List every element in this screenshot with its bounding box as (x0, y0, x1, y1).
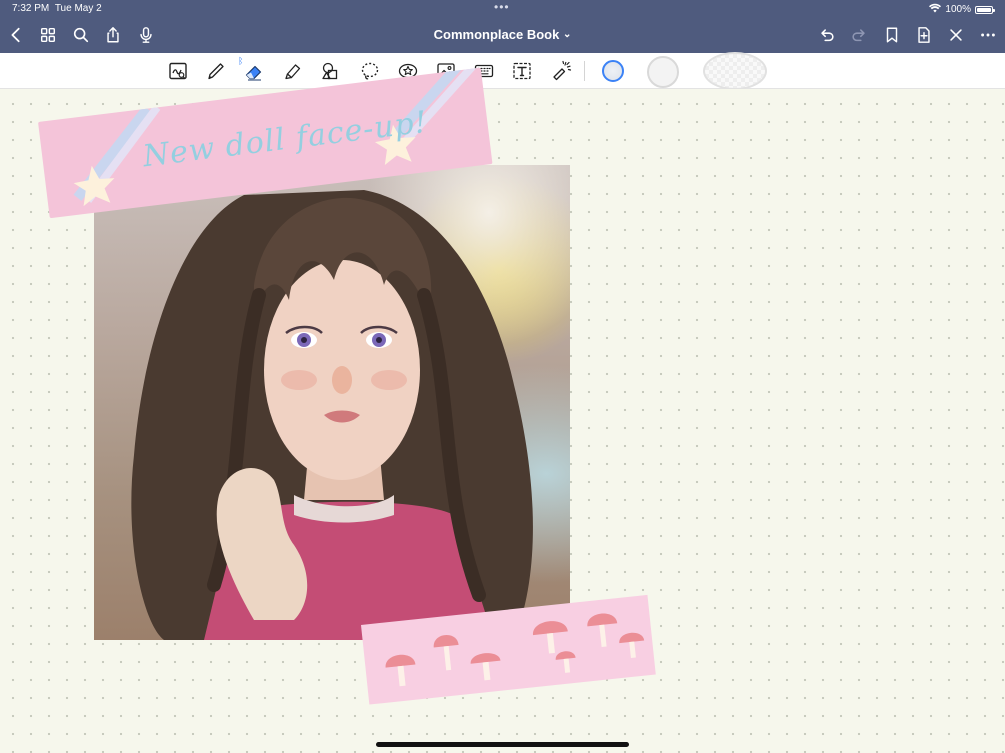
eraser-size-small[interactable] (602, 60, 624, 82)
shapes-icon[interactable] (318, 58, 344, 84)
status-right: 100% (929, 3, 995, 16)
battery-icon (975, 5, 995, 14)
doll-illustration (131, 190, 533, 640)
status-time-date: 7:32 PM Tue May 2 (12, 3, 102, 14)
battery-percent: 100% (945, 4, 971, 15)
toolbar-divider (584, 61, 585, 81)
document-title-text: Commonplace Book (433, 27, 560, 42)
share-icon[interactable] (103, 25, 123, 45)
app-top-bar: 7:32 PM Tue May 2 ••• 100% Commonplace B… (0, 0, 1005, 53)
grid-icon[interactable] (38, 25, 58, 45)
doll-photo[interactable] (94, 165, 570, 640)
battery-fill (977, 7, 991, 12)
wifi-icon (929, 3, 942, 16)
chevron-down-icon: ⌄ (562, 29, 572, 40)
eraser-size-medium[interactable] (647, 56, 679, 88)
redo-icon[interactable] (849, 25, 869, 45)
eraser-size-large[interactable] (703, 52, 767, 90)
text-box-icon[interactable] (509, 58, 535, 84)
microphone-icon[interactable] (136, 25, 156, 45)
pen-icon[interactable] (203, 58, 229, 84)
multitask-dots[interactable]: ••• (494, 0, 510, 14)
status-time: 7:32 PM (12, 3, 50, 14)
home-indicator[interactable] (376, 742, 629, 747)
search-icon[interactable] (71, 25, 91, 45)
drawing-toolbar: ᛒ (0, 52, 1005, 90)
laser-pointer-icon[interactable] (548, 58, 574, 84)
bluetooth-icon: ᛒ (238, 56, 244, 66)
document-title[interactable]: Commonplace Book ⌄ (434, 27, 572, 42)
more-icon[interactable] (978, 25, 998, 45)
add-page-icon[interactable] (914, 25, 934, 45)
highlighter-icon[interactable] (280, 58, 306, 84)
status-date: Tue May 2 (54, 3, 102, 14)
undo-icon[interactable] (817, 25, 837, 45)
bookmark-icon[interactable] (882, 25, 902, 45)
eraser-icon[interactable] (241, 58, 267, 84)
back-icon[interactable] (6, 25, 26, 45)
read-only-icon[interactable] (165, 58, 191, 84)
close-icon[interactable] (946, 25, 966, 45)
